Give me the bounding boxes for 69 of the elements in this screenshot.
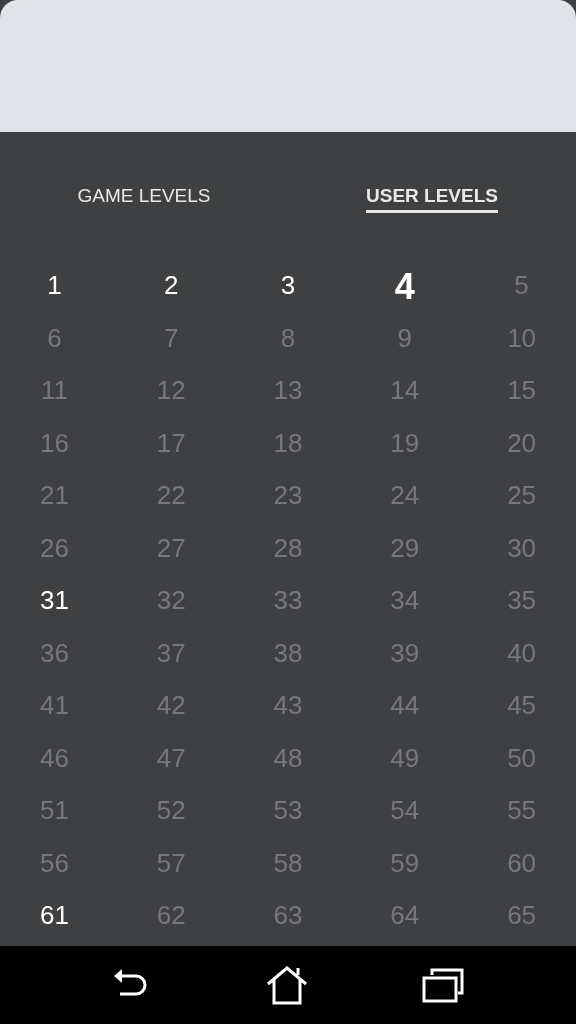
level-number[interactable]: 39 [390,638,420,669]
level-number[interactable]: 33 [273,586,303,617]
level-number[interactable]: 60 [507,848,537,879]
level-number[interactable]: 21 [39,481,69,512]
level-number[interactable]: 43 [273,691,303,722]
level-number[interactable]: 3 [280,271,296,302]
level-number[interactable]: 45 [507,691,537,722]
level-number[interactable]: 59 [390,848,420,879]
level-number[interactable]: 55 [507,796,537,827]
level-number[interactable]: 5 [514,271,529,302]
level-number[interactable]: 57 [156,848,186,879]
level-number[interactable]: 16 [39,428,69,459]
home-icon[interactable] [266,965,308,1005]
level-number[interactable]: 28 [273,533,303,564]
level-number[interactable]: 44 [390,691,420,722]
level-number[interactable]: 48 [273,743,303,774]
level-number[interactable]: 40 [507,638,537,669]
level-number[interactable]: 8 [280,323,296,354]
tab[interactable]: USER LEVELS [366,184,498,213]
level-number[interactable]: 4 [394,265,415,307]
level-number[interactable]: 37 [156,638,186,669]
level-number[interactable]: 29 [390,533,420,564]
level-number[interactable]: 23 [273,481,303,512]
level-number[interactable]: 7 [163,323,179,354]
level-number[interactable]: 58 [273,848,303,879]
tab[interactable]: GAME LEVELS [77,184,211,213]
level-number[interactable]: 30 [507,533,537,564]
level-number[interactable]: 15 [507,376,537,407]
level-number[interactable]: 53 [273,796,303,827]
level-number[interactable]: 64 [390,901,420,932]
level-number[interactable]: 38 [273,638,303,669]
level-number[interactable]: 19 [390,428,420,459]
level-number[interactable]: 6 [47,323,62,354]
level-number[interactable]: 50 [507,743,537,774]
level-number[interactable]: 36 [39,638,69,669]
level-number[interactable]: 18 [273,428,303,459]
level-number[interactable]: 49 [390,743,420,774]
level-number[interactable]: 65 [507,901,537,932]
level-number[interactable]: 9 [397,323,412,354]
level-number[interactable]: 25 [507,481,537,512]
level-number[interactable]: 51 [39,796,69,827]
level-number[interactable]: 22 [156,481,186,512]
level-number[interactable]: 56 [39,848,69,879]
level-number[interactable]: 35 [507,586,537,617]
level-number[interactable]: 61 [39,901,69,932]
level-number[interactable]: 20 [507,428,537,459]
level-number[interactable]: 31 [39,586,69,617]
level-number[interactable]: 34 [390,586,420,617]
level-number[interactable]: 10 [507,323,537,354]
level-number[interactable]: 26 [39,533,69,564]
level-number[interactable]: 42 [156,691,186,722]
level-number[interactable]: 63 [273,901,303,932]
level-number[interactable]: 14 [390,376,420,407]
level-number[interactable]: 24 [390,481,420,512]
level-number[interactable]: 13 [273,376,303,407]
recent-apps-icon[interactable] [422,967,464,1003]
level-number[interactable]: 11 [40,376,68,407]
level-number[interactable]: 1 [47,271,62,302]
level-number[interactable]: 41 [39,691,69,722]
level-number[interactable]: 17 [156,428,186,459]
level-number[interactable]: 54 [390,796,420,827]
level-number[interactable]: 47 [156,743,186,774]
level-number[interactable]: 2 [163,271,179,302]
level-number[interactable]: 62 [156,901,186,932]
level-number[interactable]: 52 [156,796,186,827]
level-number[interactable]: 32 [156,586,186,617]
level-number[interactable]: 12 [156,376,186,407]
level-number[interactable]: 27 [156,533,186,564]
level-number[interactable]: 46 [39,743,69,774]
